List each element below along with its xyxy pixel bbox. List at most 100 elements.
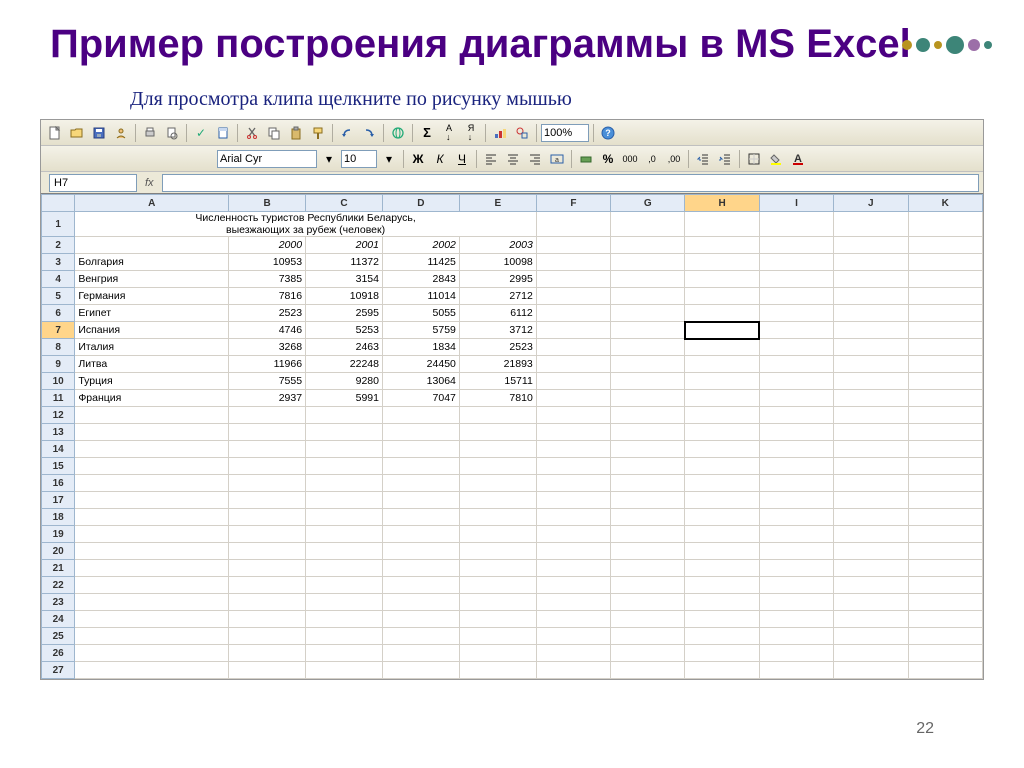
row-header[interactable]: 6 — [42, 305, 75, 322]
cell[interactable] — [685, 526, 759, 543]
row-header[interactable]: 8 — [42, 339, 75, 356]
cell[interactable] — [908, 458, 983, 475]
cell[interactable]: 2712 — [459, 288, 536, 305]
cell[interactable] — [759, 390, 833, 407]
cell[interactable] — [382, 475, 459, 492]
cell[interactable] — [685, 212, 759, 237]
column-header[interactable]: D — [382, 195, 459, 212]
cell[interactable] — [306, 662, 383, 679]
row-header[interactable]: 1 — [42, 212, 75, 237]
cell[interactable] — [908, 237, 983, 254]
underline-icon[interactable]: Ч — [452, 149, 472, 169]
cell[interactable] — [834, 577, 908, 594]
cell[interactable] — [685, 339, 759, 356]
fill-color-icon[interactable] — [766, 149, 786, 169]
cell[interactable] — [536, 492, 610, 509]
cell[interactable] — [306, 407, 383, 424]
cell[interactable] — [759, 271, 833, 288]
cell[interactable] — [611, 543, 685, 560]
cell[interactable] — [834, 475, 908, 492]
cell[interactable] — [759, 424, 833, 441]
cell[interactable] — [536, 339, 610, 356]
cell[interactable] — [759, 339, 833, 356]
cell[interactable] — [75, 458, 229, 475]
cell[interactable] — [536, 373, 610, 390]
cell[interactable] — [611, 254, 685, 271]
italic-icon[interactable]: К — [430, 149, 450, 169]
column-header[interactable]: J — [834, 195, 908, 212]
row-header[interactable]: 12 — [42, 407, 75, 424]
cell[interactable] — [306, 475, 383, 492]
column-header[interactable]: E — [459, 195, 536, 212]
cell[interactable] — [685, 594, 759, 611]
comma-icon[interactable]: 000 — [620, 149, 640, 169]
cell[interactable] — [685, 271, 759, 288]
cell[interactable] — [908, 645, 983, 662]
column-header[interactable]: G — [611, 195, 685, 212]
cell[interactable] — [759, 475, 833, 492]
sort-desc-icon[interactable]: Я↓ — [461, 123, 481, 143]
cell[interactable]: 2463 — [306, 339, 383, 356]
cell[interactable] — [685, 645, 759, 662]
cell[interactable]: 21893 — [459, 356, 536, 373]
cell[interactable] — [759, 288, 833, 305]
cell[interactable] — [834, 611, 908, 628]
cell[interactable] — [611, 509, 685, 526]
cell[interactable]: 15711 — [459, 373, 536, 390]
row-header[interactable]: 16 — [42, 475, 75, 492]
cell[interactable] — [759, 458, 833, 475]
cell[interactable] — [229, 526, 306, 543]
cell[interactable]: 7816 — [229, 288, 306, 305]
cell[interactable] — [459, 662, 536, 679]
increase-indent-icon[interactable] — [715, 149, 735, 169]
cell[interactable] — [75, 492, 229, 509]
cell[interactable]: 11425 — [382, 254, 459, 271]
cell[interactable] — [382, 577, 459, 594]
column-header[interactable]: H — [685, 195, 759, 212]
cell[interactable]: 3712 — [459, 322, 536, 339]
cell[interactable] — [759, 611, 833, 628]
cell[interactable] — [908, 254, 983, 271]
align-center-icon[interactable] — [503, 149, 523, 169]
zoom-select[interactable] — [541, 124, 589, 142]
cell[interactable]: 1834 — [382, 339, 459, 356]
cell[interactable] — [759, 492, 833, 509]
cell[interactable] — [75, 611, 229, 628]
cell[interactable] — [611, 645, 685, 662]
cell[interactable] — [611, 441, 685, 458]
cell[interactable] — [611, 492, 685, 509]
cell[interactable] — [459, 458, 536, 475]
cell[interactable]: 2595 — [306, 305, 383, 322]
cell[interactable] — [611, 390, 685, 407]
cell[interactable]: Литва — [75, 356, 229, 373]
cell[interactable] — [834, 662, 908, 679]
cell[interactable] — [536, 645, 610, 662]
undo-icon[interactable] — [337, 123, 357, 143]
cell[interactable]: 5759 — [382, 322, 459, 339]
select-all-corner[interactable] — [42, 195, 75, 212]
cell[interactable] — [759, 662, 833, 679]
cell[interactable] — [908, 407, 983, 424]
cell[interactable] — [685, 390, 759, 407]
row-header[interactable]: 14 — [42, 441, 75, 458]
cell[interactable] — [459, 543, 536, 560]
cell[interactable] — [229, 475, 306, 492]
cell[interactable] — [536, 271, 610, 288]
cell[interactable] — [536, 458, 610, 475]
column-header[interactable]: C — [306, 195, 383, 212]
format-painter-icon[interactable] — [308, 123, 328, 143]
cell[interactable] — [908, 212, 983, 237]
cell[interactable] — [536, 543, 610, 560]
cell[interactable] — [908, 594, 983, 611]
cell[interactable] — [834, 271, 908, 288]
cell[interactable] — [908, 339, 983, 356]
cell[interactable] — [611, 288, 685, 305]
cell[interactable] — [759, 577, 833, 594]
cell[interactable] — [908, 288, 983, 305]
cell[interactable] — [759, 628, 833, 645]
cell[interactable] — [536, 594, 610, 611]
currency-icon[interactable] — [576, 149, 596, 169]
row-header[interactable]: 22 — [42, 577, 75, 594]
cell[interactable] — [459, 441, 536, 458]
cell[interactable]: 4746 — [229, 322, 306, 339]
